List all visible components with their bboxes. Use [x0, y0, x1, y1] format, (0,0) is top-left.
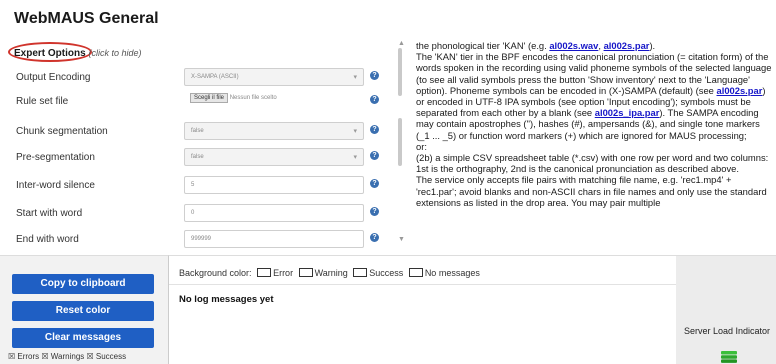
help-text-panel: the phonological tier 'KAN' (e.g. al002s…: [416, 40, 772, 252]
chunk-segmentation-row: Chunk segmentation false ▾ ?: [14, 122, 384, 142]
example-par-link[interactable]: al002s.par: [604, 40, 650, 51]
help-icon[interactable]: ?: [370, 151, 379, 160]
pre-segmentation-value: false: [191, 154, 204, 160]
chevron-down-icon: ▾: [353, 154, 357, 161]
warning-color-swatch[interactable]: [298, 268, 313, 277]
start-with-word-label: Start with word: [16, 208, 83, 219]
choose-file-button[interactable]: Scegli il file: [190, 93, 229, 103]
end-with-word-input[interactable]: 999999: [184, 230, 364, 248]
help-icon[interactable]: ?: [370, 179, 379, 188]
no-messages-color-swatch[interactable]: [408, 268, 423, 277]
example-par-link[interactable]: al002s.par: [717, 85, 763, 96]
end-with-word-value: 999999: [191, 236, 212, 242]
help-icon[interactable]: ?: [370, 233, 379, 242]
info-paragraph: (2b) a simple CSV spreadsheet table (*.c…: [416, 152, 769, 175]
error-color-swatch[interactable]: [257, 268, 272, 277]
output-encoding-select[interactable]: X-SAMPA (ASCII) ▾: [184, 68, 364, 86]
log-panel: Background color: Error Warning Success …: [168, 255, 677, 364]
chunk-segmentation-select[interactable]: false ▾: [184, 122, 364, 140]
pre-segmentation-row: Pre-segmentation false ▾ ?: [14, 148, 384, 168]
inter-word-silence-label: Inter-word silence: [16, 180, 95, 191]
inter-word-silence-input[interactable]: 5: [184, 176, 364, 194]
error-label: Error: [273, 268, 294, 278]
start-with-word-row: Start with word 0 ?: [14, 204, 384, 224]
message-area: Copy to clipboard Reset color Clear mess…: [0, 255, 776, 364]
pre-segmentation-select[interactable]: false ▾: [184, 148, 364, 166]
divider: [169, 284, 677, 285]
help-icon[interactable]: ?: [370, 125, 379, 134]
expert-options-form: Expert Options (click to hide) Output En…: [8, 40, 384, 252]
clear-messages-button[interactable]: Clear messages: [12, 328, 154, 348]
scroll-up-icon[interactable]: ▲: [398, 40, 405, 47]
server-load-panel: Server Load Indicator: [676, 255, 776, 364]
start-with-word-input[interactable]: 0: [184, 204, 364, 222]
info-or: or:: [416, 140, 427, 152]
expert-options-hint: (click to hide): [88, 48, 142, 58]
message-filter-checkboxes[interactable]: ☒ Errors ☒ Warnings ☒ Success: [8, 352, 126, 361]
rule-set-file-label: Rule set file: [16, 96, 69, 107]
output-encoding-value: X-SAMPA (ASCII): [191, 74, 239, 80]
no-messages-label: No messages: [424, 268, 480, 278]
inter-word-silence-row: Inter-word silence 5 ?: [14, 176, 384, 196]
server-load-label: Server Load Indicator: [684, 326, 771, 336]
page-title: WebMAUS General: [14, 10, 159, 27]
pre-segmentation-label: Pre-segmentation: [16, 152, 95, 163]
info-line: the phonological tier 'KAN' (e.g. al002s…: [416, 40, 772, 51]
rule-set-file-row: Rule set file Scegli il file Nessun file…: [14, 92, 384, 112]
rule-set-file-status: Nessun file scelto: [229, 95, 277, 101]
scrollbar-thumb[interactable]: [398, 48, 402, 96]
rule-set-file-input: Scegli il file Nessun file scelto: [184, 92, 364, 110]
help-icon[interactable]: ?: [370, 71, 379, 80]
copy-to-clipboard-button[interactable]: Copy to clipboard: [12, 274, 154, 294]
chunk-segmentation-label: Chunk segmentation: [16, 126, 108, 137]
end-with-word-row: End with word 999999 ?: [14, 230, 384, 250]
start-with-word-value: 0: [191, 210, 195, 216]
info-paragraph: The 'KAN' tier in the BPF encodes the ca…: [416, 51, 772, 141]
example-ipa-par-link[interactable]: al002s_ipa.par: [595, 107, 660, 118]
scrollbar-thumb[interactable]: [398, 118, 402, 166]
chunk-segmentation-value: false: [191, 128, 204, 134]
info-paragraph: The service only accepts file pairs with…: [416, 174, 767, 208]
message-controls: Copy to clipboard Reset color Clear mess…: [0, 255, 168, 364]
background-color-label: Background color:: [179, 268, 252, 278]
output-encoding-row: Output Encoding X-SAMPA (ASCII) ▾ ?: [14, 68, 384, 88]
end-with-word-label: End with word: [16, 234, 79, 245]
expert-options-toggle[interactable]: Expert Options (click to hide): [14, 48, 141, 59]
help-icon[interactable]: ?: [370, 207, 379, 216]
scroll-down-icon[interactable]: ▼: [398, 236, 405, 243]
help-icon[interactable]: ?: [370, 95, 379, 104]
background-color-legend: Background color: Error Warning Success …: [179, 268, 480, 278]
info-text: the phonological tier 'KAN' (e.g.: [416, 40, 550, 51]
server-load-icon: [721, 351, 737, 363]
output-encoding-label: Output Encoding: [16, 72, 91, 83]
reset-color-button[interactable]: Reset color: [12, 301, 154, 321]
success-color-swatch[interactable]: [353, 268, 368, 277]
success-label: Success: [369, 268, 404, 278]
chevron-down-icon: ▾: [353, 74, 357, 81]
log-empty-text: No log messages yet: [179, 294, 274, 305]
chevron-down-icon: ▾: [353, 128, 357, 135]
info-text: ).: [649, 40, 656, 51]
inter-word-silence-value: 5: [191, 182, 195, 188]
example-wav-link[interactable]: al002s.wav: [549, 40, 598, 51]
expert-options-label: Expert Options: [14, 48, 86, 59]
warning-label: Warning: [314, 268, 348, 278]
